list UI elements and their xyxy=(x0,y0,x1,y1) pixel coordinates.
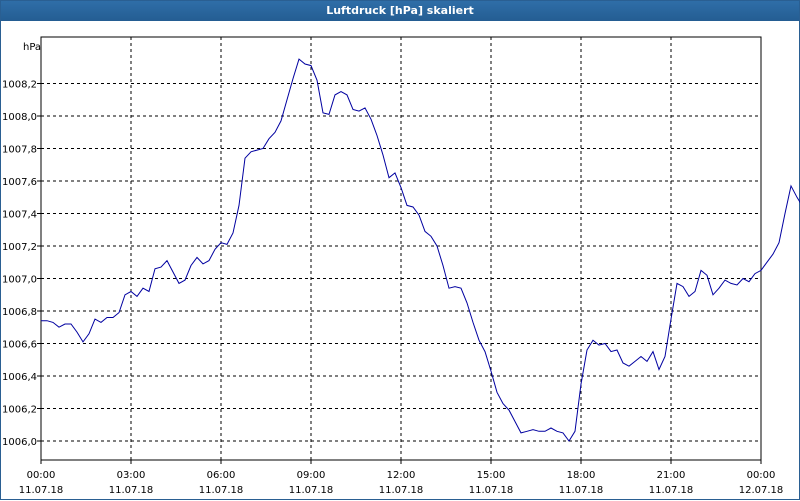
x-tick-date-label: 11.07.18 xyxy=(109,485,154,496)
x-tick-date-label: 11.07.18 xyxy=(19,485,64,496)
x-tick-time-label: 00:00 xyxy=(27,470,56,481)
y-tick-label: 1008,2 xyxy=(2,80,37,91)
y-tick-label: 1006,0 xyxy=(2,437,37,448)
y-tick-label: 1007,0 xyxy=(2,275,37,286)
x-tick-time-label: 15:00 xyxy=(477,470,506,481)
x-tick-date-label: 11.07.18 xyxy=(199,485,244,496)
y-tick-label: 1006,4 xyxy=(2,372,37,383)
y-tick-label: 1007,6 xyxy=(2,177,37,188)
x-tick-time-label: 03:00 xyxy=(117,470,146,481)
y-tick-label: 1006,2 xyxy=(2,405,37,416)
x-tick-date-label: 12.07.18 xyxy=(739,485,784,496)
y-tick-label: 1007,4 xyxy=(2,210,37,221)
x-tick-time-label: 00:00 xyxy=(747,470,776,481)
y-tick-label: 1006,8 xyxy=(2,307,37,318)
y-axis-ticks: 1006,0 1006,2 1006,4 1006,6 1006,8 1007,0 1007… xyxy=(2,80,41,448)
x-tick-date-label: 11.07.18 xyxy=(559,485,604,496)
x-tick-time-label: 06:00 xyxy=(207,470,236,481)
y-tick-label: 1006,6 xyxy=(2,340,37,351)
x-tick-time-label: 09:00 xyxy=(297,470,326,481)
x-tick-date-label: 11.07.18 xyxy=(379,485,424,496)
x-tick-time-label: 18:00 xyxy=(567,470,596,481)
pressure-chart: 1006,0 1006,2 1006,4 1006,6 1006,8 1007,0 1007… xyxy=(2,36,800,496)
y-tick-label: 1007,2 xyxy=(2,242,37,253)
x-tick-date-label: 11.07.18 xyxy=(469,485,514,496)
x-tick-date-label: 11.07.18 xyxy=(649,485,694,496)
x-tick-date-label: 11.07.18 xyxy=(289,485,334,496)
x-axis-ticks: 00:00 11.07.18 03:00 11.07.18 06:00 11.07.18 0… xyxy=(19,460,784,496)
y-tick-label: 1007,8 xyxy=(2,145,37,156)
chart-window: Luftdruck [hPa] skaliert 1006,0 1006,2 100… xyxy=(0,0,800,500)
y-axis-unit-label: hPa xyxy=(23,42,41,53)
x-tick-time-label: 12:00 xyxy=(387,470,416,481)
x-tick-time-label: 21:00 xyxy=(657,470,686,481)
y-tick-label: 1008,0 xyxy=(2,112,37,123)
